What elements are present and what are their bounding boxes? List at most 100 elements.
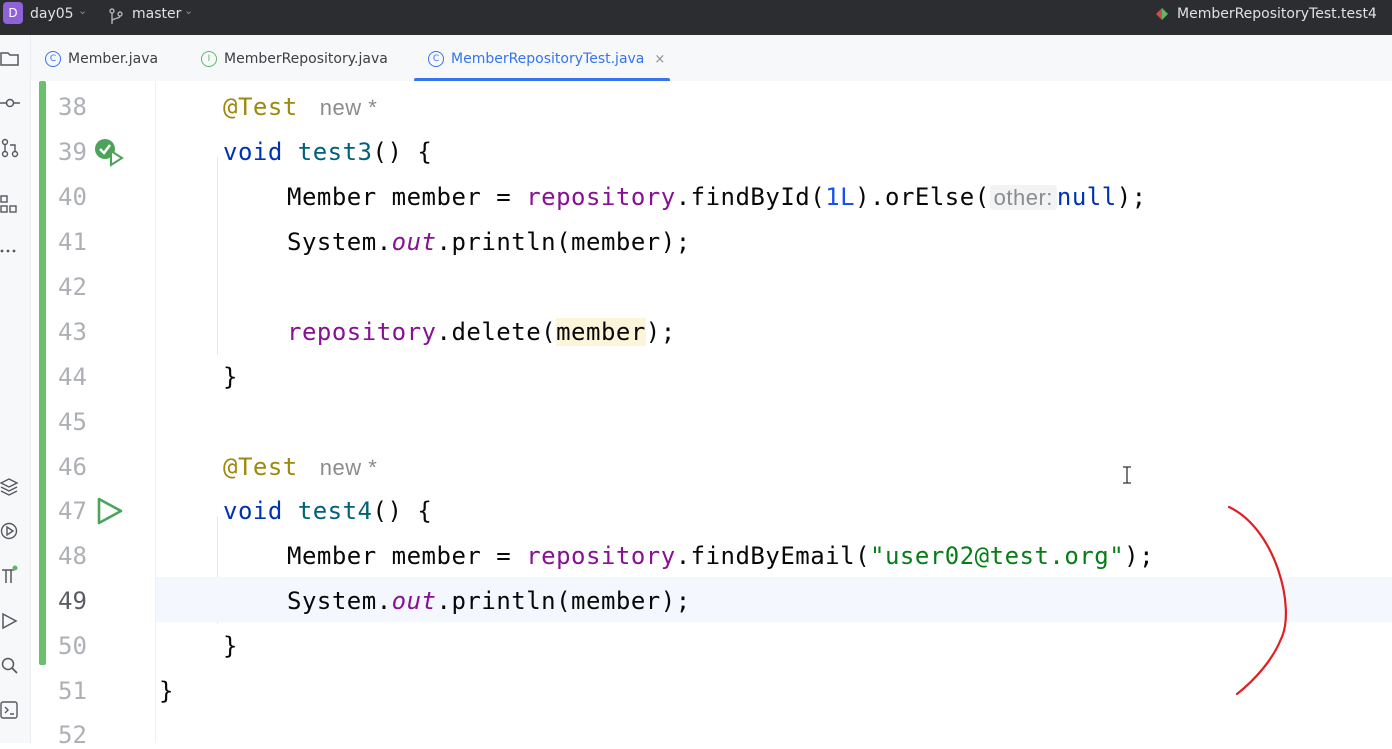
field: repository	[526, 542, 676, 570]
line-number: 39	[58, 138, 87, 166]
code-line-46: @Test new *	[223, 453, 377, 481]
code-text: System.	[287, 228, 392, 256]
code-line-41: System.out.println(member);	[287, 228, 691, 256]
more-icon[interactable]	[0, 239, 22, 261]
text-cursor-icon	[1123, 466, 1131, 484]
static-field: out	[391, 228, 437, 256]
class-icon: C	[45, 51, 61, 67]
git-branch-icon	[109, 8, 123, 24]
keyword: null	[1056, 183, 1117, 211]
author-hint: new *	[319, 455, 378, 480]
code-text: }	[223, 363, 238, 391]
code-text: ).orElse(	[855, 183, 990, 211]
line-number: 43	[58, 318, 87, 346]
indent-guide	[217, 157, 218, 355]
code-line-43: repository.delete(member);	[287, 318, 676, 346]
keyword: void	[223, 497, 283, 525]
editor-tabs: C Member.java I MemberRepository.java C Mem…	[31, 35, 1392, 82]
vcs-change-marker	[39, 81, 46, 665]
tab-label: MemberRepository.java	[224, 51, 388, 67]
project-name[interactable]: day05	[30, 6, 74, 22]
tab-label: MemberRepositoryTest.java	[451, 51, 645, 67]
test-passed-run-icon[interactable]	[94, 137, 124, 167]
chevron-down-icon[interactable]: ⌄	[184, 4, 193, 17]
test-class-icon: C	[428, 51, 444, 67]
field: repository	[287, 318, 437, 346]
number-literal: 1L	[825, 183, 856, 211]
code-text: Member member =	[287, 542, 527, 570]
code-text: System.	[287, 587, 392, 615]
gutter-separator	[155, 81, 156, 743]
keyword: void	[223, 138, 283, 166]
field: repository	[526, 183, 676, 211]
method-name: test3	[297, 138, 373, 166]
build-icon[interactable]	[0, 564, 22, 586]
line-number: 41	[58, 228, 87, 256]
tab-label: Member.java	[68, 51, 159, 67]
code-line-48: Member member = repository.findByEmail("…	[287, 542, 1154, 570]
tool-window-sidebar	[0, 35, 31, 743]
line-number: 38	[58, 93, 87, 121]
line-number: 50	[58, 632, 87, 660]
search-icon[interactable]	[0, 655, 22, 677]
line-number: 44	[58, 363, 87, 391]
title-bar: D day05 ⌄ master ⌄ MemberRepositoryTest.…	[0, 0, 1392, 35]
code-text: }	[223, 632, 238, 660]
code-line-39: void test3() {	[223, 138, 432, 166]
code-text: () {	[372, 497, 433, 525]
line-number: 47	[58, 497, 87, 525]
code-line-47: void test4() {	[223, 497, 432, 525]
commit-icon[interactable]	[0, 92, 22, 114]
line-number: 42	[58, 273, 87, 301]
code-line-40: Member member = repository.findById(1L).…	[287, 183, 1147, 211]
code-text: );	[1116, 183, 1147, 211]
code-line-50: }	[223, 632, 238, 660]
author-hint: new *	[319, 95, 378, 120]
parameter-hint: other:	[989, 185, 1057, 210]
tab-member-repository-test-java[interactable]: C MemberRepositoryTest.java ×	[414, 35, 670, 82]
folder-icon[interactable]	[0, 48, 22, 70]
code-text: .println(member);	[436, 587, 691, 615]
line-number: 40	[58, 183, 87, 211]
pull-requests-icon[interactable]	[0, 137, 22, 159]
code-line-44: }	[223, 363, 238, 391]
code-text: }	[159, 677, 174, 705]
branch-name[interactable]: master	[132, 6, 181, 22]
highlighted-usage: member	[556, 318, 646, 346]
line-number: 51	[58, 677, 87, 705]
chevron-down-icon[interactable]: ⌄	[78, 4, 87, 17]
code-text: () {	[372, 138, 433, 166]
method-name: test4	[297, 497, 373, 525]
terminal-icon[interactable]	[0, 699, 22, 721]
structure-icon[interactable]	[0, 193, 22, 215]
code-text: .findById(	[675, 183, 826, 211]
project-badge[interactable]: D	[3, 2, 23, 24]
tab-member-java[interactable]: C Member.java	[45, 35, 158, 81]
test-run-config-icon	[1156, 8, 1168, 20]
line-number-current: 49	[58, 587, 87, 615]
line-number: 52	[58, 721, 87, 749]
code-text: Member member =	[287, 183, 527, 211]
close-icon[interactable]: ×	[654, 52, 665, 67]
annotation: @Test	[223, 93, 298, 121]
red-annotation-arc	[1227, 505, 1287, 696]
layers-icon[interactable]	[0, 476, 22, 498]
tab-member-repository-java[interactable]: I MemberRepository.java	[201, 35, 388, 81]
code-text: .println(member);	[436, 228, 691, 256]
code-text: );	[645, 318, 676, 346]
code-line-51: }	[159, 677, 174, 705]
services-icon[interactable]	[0, 520, 22, 542]
static-field: out	[391, 587, 437, 615]
annotation: @Test	[223, 453, 298, 481]
code-text: .delete(	[436, 318, 557, 346]
line-number: 46	[58, 453, 87, 481]
line-number: 48	[58, 542, 87, 570]
code-text: .findByEmail(	[675, 542, 871, 570]
code-editor[interactable]: 38 39 40 41 42 43 44 45 46 47 48 49 50 5…	[31, 81, 1392, 749]
run-configuration[interactable]: MemberRepositoryTest.test4	[1177, 6, 1377, 22]
run-test-icon[interactable]	[96, 497, 124, 525]
interface-icon: I	[201, 51, 217, 67]
string-literal: "user02@test.org"	[870, 542, 1125, 570]
run-icon[interactable]	[0, 610, 22, 632]
code-line-38: @Test new *	[223, 93, 377, 121]
